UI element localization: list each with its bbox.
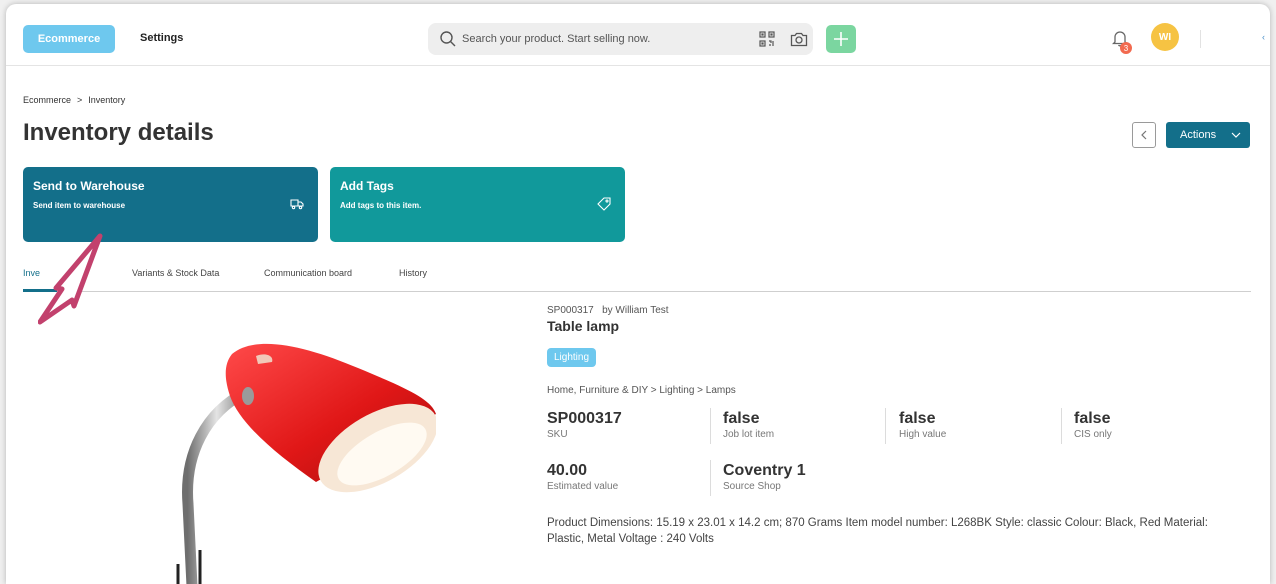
breadcrumb: Ecommerce > Inventory — [23, 95, 125, 105]
attr-value: Coventry 1 — [723, 462, 806, 479]
product-owner: by William Test — [602, 305, 669, 316]
search-bar[interactable]: Search your product. Start selling now. — [428, 23, 813, 55]
divider — [710, 408, 711, 444]
attr-label: Job lot item — [723, 429, 775, 440]
attr-value: false — [723, 410, 760, 427]
attr-value: false — [899, 410, 936, 427]
actions-label: Actions — [1180, 129, 1217, 141]
pointer-icon — [37, 230, 110, 331]
attr-label: High value — [899, 429, 947, 440]
divider — [885, 408, 886, 444]
attr-estimated-value: 40.00 Estimated value — [547, 462, 618, 492]
search-input[interactable]: Search your product. Start selling now. — [462, 33, 650, 45]
product-description: Product Dimensions: 15.19 x 23.01 x 14.2… — [547, 517, 1208, 545]
attr-high-value: false High value — [899, 410, 946, 440]
attr-label: SKU — [547, 429, 568, 440]
search-icon[interactable] — [439, 30, 457, 53]
avatar[interactable]: WI — [1151, 23, 1179, 51]
attr-source-shop: Coventry 1 Source Shop — [723, 462, 806, 492]
tab-bar: Inve Variants & Stock Data Communication… — [23, 263, 1251, 292]
camera-icon[interactable] — [790, 31, 808, 52]
card-title: Send to Warehouse — [33, 179, 145, 193]
card-subtitle: Send item to warehouse — [33, 201, 126, 210]
notification-badge: 3 — [1120, 42, 1132, 54]
attr-label: Estimated value — [547, 481, 619, 492]
truck-icon — [290, 197, 304, 215]
attr-cis-only: false CIS only — [1074, 410, 1112, 440]
attr-label: CIS only — [1074, 429, 1112, 440]
edge-glyph: ‹ — [1262, 32, 1265, 42]
tab-communication-board[interactable]: Communication board — [264, 268, 352, 278]
actions-button[interactable]: Actions — [1166, 122, 1250, 148]
attr-value: 40.00 — [547, 462, 588, 479]
chevron-down-icon — [1231, 130, 1241, 142]
product-meta: SP000317 by William Test — [547, 305, 669, 316]
product-image — [106, 304, 438, 584]
qr-code-icon[interactable] — [759, 31, 775, 52]
card-subtitle: Add tags to this item. — [340, 201, 422, 210]
plus-icon — [834, 32, 848, 46]
divider — [1061, 408, 1062, 444]
top-bar: Ecommerce Settings Search your product. … — [6, 4, 1270, 66]
category-badge[interactable]: Lighting — [547, 348, 597, 367]
app-window: Ecommerce Settings Search your product. … — [6, 4, 1270, 584]
nav-ecommerce-button[interactable]: Ecommerce — [23, 25, 115, 53]
breadcrumb-item-inventory: Inventory — [88, 95, 126, 105]
divider — [710, 460, 711, 496]
attr-sku: SP000317 SKU — [547, 410, 622, 440]
page-title: Inventory details — [23, 119, 214, 146]
add-tags-card[interactable]: Add Tags Add tags to this item. — [330, 167, 625, 242]
breadcrumb-item-ecommerce[interactable]: Ecommerce — [23, 95, 71, 105]
add-button[interactable] — [826, 25, 856, 53]
chevron-left-icon — [1141, 130, 1147, 140]
attr-value: false — [1074, 410, 1111, 427]
product-name: Table lamp — [547, 318, 620, 334]
nav-settings-button[interactable]: Settings — [140, 32, 183, 44]
category-path: Home, Furniture & DIY > Lighting > Lamps — [547, 385, 736, 396]
card-title: Add Tags — [340, 179, 394, 193]
product-code: SP000317 — [547, 305, 594, 316]
tab-history[interactable]: History — [399, 268, 427, 278]
attr-value: SP000317 — [547, 410, 622, 427]
tag-icon — [597, 197, 611, 216]
breadcrumb-separator: > — [77, 95, 83, 105]
tab-variants-stock-data[interactable]: Variants & Stock Data — [132, 268, 219, 278]
attr-job-lot: false Job lot item — [723, 410, 774, 440]
divider — [1200, 30, 1201, 48]
back-button[interactable] — [1132, 122, 1156, 148]
attr-label: Source Shop — [723, 481, 781, 492]
